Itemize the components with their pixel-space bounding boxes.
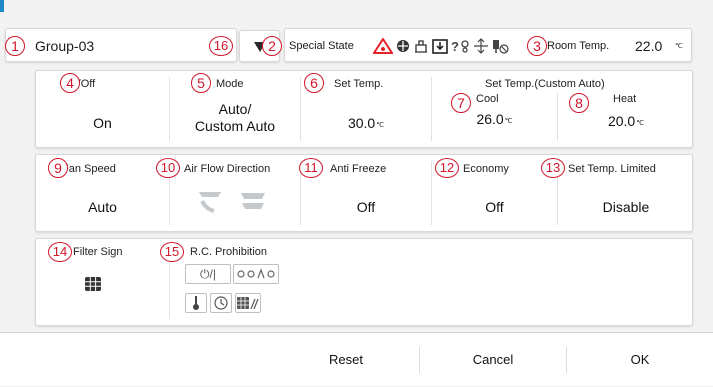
callout-2: 2: [262, 36, 282, 56]
cancel-button[interactable]: Cancel: [420, 333, 566, 387]
heat-value-wrap: 20.0℃: [558, 113, 694, 129]
anti-freeze-value: Off: [356, 199, 376, 215]
ok-button[interactable]: OK: [567, 333, 713, 387]
callout-5: 5: [191, 73, 211, 93]
fan-speed-label: Fan Speed: [62, 163, 116, 175]
warning-triangle-icon: [373, 38, 393, 54]
defrost-icon: [397, 40, 409, 52]
reset-button[interactable]: Reset: [273, 333, 419, 387]
airflow-cross-icon: [474, 38, 488, 54]
economy-label: Economy: [463, 163, 509, 175]
callout-13: 13: [541, 158, 565, 178]
economy-value: Off: [485, 199, 504, 215]
set-temp-unit: ℃: [376, 122, 385, 129]
callout-12: 12: [435, 158, 459, 178]
dialog-footer: Reset Cancel OK: [0, 332, 713, 386]
callout-6: 6: [304, 73, 324, 93]
callout-10: 10: [156, 158, 180, 178]
callout-15: 15: [160, 242, 184, 262]
callout-1: 1: [5, 36, 25, 56]
anti-freeze-label: Anti Freeze: [330, 163, 387, 175]
settings-row-1: On/Off On Mode Auto/ Custom Auto Set Tem…: [35, 70, 693, 148]
timer-icon: [214, 296, 228, 310]
status-panel: Special State ? Room Temp. 22.0 ℃: [284, 28, 692, 62]
callout-7: 7: [451, 93, 471, 113]
rc-prohibition-cell: R.C. Prohibition ⏻/|: [170, 239, 300, 325]
heat-value: 20.0: [607, 113, 636, 129]
room-temp-value: 22.0: [635, 38, 663, 54]
air-flow-label: Air Flow Direction: [184, 163, 271, 175]
settings-row-3: Filter Sign R.C. Prohibition ⏻/|: [35, 238, 693, 326]
louver-horizontal-icon: [241, 193, 265, 209]
filter-reset-icon: [237, 297, 259, 309]
set-temp-value: 30.0: [347, 115, 376, 131]
mode-icons: [237, 268, 275, 279]
title-accent-bar: [0, 0, 4, 12]
mode-cell[interactable]: Mode Auto/ Custom Auto: [170, 71, 300, 147]
rc-temp-button[interactable]: [185, 293, 207, 313]
thermometer-icon: [193, 296, 199, 310]
set-temp-limited-label: Set Temp. Limited: [568, 163, 656, 175]
mode-value-line2: Custom Auto: [194, 118, 276, 134]
air-flow-cell[interactable]: Air Flow Direction: [170, 155, 300, 231]
rc-filter-button[interactable]: [235, 293, 261, 313]
filter-grid-icon: [85, 277, 101, 291]
callout-9: 9: [48, 158, 68, 178]
cool-value: 26.0: [476, 111, 504, 127]
onoff-cell[interactable]: On/Off On: [36, 71, 169, 147]
set-temp-value-wrap: 30.0℃: [301, 115, 431, 131]
room-temp-unit: ℃: [675, 43, 683, 50]
rc-timer-button[interactable]: [210, 293, 232, 313]
settings-row-2: Fan Speed Auto Air Flow Direction Anti F…: [35, 154, 693, 232]
rc-power-button[interactable]: ⏻/|: [185, 264, 231, 284]
group-name-panel: Group-03: [5, 28, 237, 62]
cool-value-wrap: 26.0℃: [432, 111, 557, 127]
callout-8: 8: [569, 93, 589, 113]
special-state-label: Special State: [289, 40, 354, 52]
unit-status-icon: [415, 40, 427, 53]
rc-prohibition-label: R.C. Prohibition: [190, 246, 268, 258]
group-name: Group-03: [35, 38, 95, 54]
set-temp-label: Set Temp.: [334, 78, 384, 90]
callout-3: 3: [527, 36, 547, 56]
error-fan-icon: ?: [451, 39, 469, 54]
plug-prohibited-icon: [493, 40, 509, 54]
rc-mode-button[interactable]: [233, 264, 279, 284]
heat-label: Heat: [613, 93, 637, 105]
callout-4: 4: [60, 73, 80, 93]
cool-label: Cool: [476, 93, 499, 105]
power-toggle-icon: ⏻/|: [200, 267, 216, 281]
louver-swing-icon: [199, 192, 221, 213]
onoff-value: On: [93, 115, 112, 131]
heat-unit: ℃: [636, 120, 645, 127]
callout-16: 16: [209, 36, 233, 56]
mode-label: Mode: [216, 78, 244, 90]
fan-speed-value: Auto: [88, 199, 117, 215]
set-temp-limited-cell[interactable]: Set Temp. Limited Disable: [558, 155, 694, 231]
cool-unit: ℃: [504, 118, 513, 125]
cool-temp-cell[interactable]: Cool 26.0℃: [432, 71, 557, 147]
callout-11: 11: [299, 158, 323, 178]
mode-value-line1: Auto/: [218, 101, 252, 117]
download-box-icon: [432, 39, 448, 54]
callout-14: 14: [48, 242, 72, 262]
filter-sign-label: Filter Sign: [73, 246, 123, 258]
svg-text:?: ?: [451, 39, 459, 54]
set-temp-limited-value: Disable: [602, 199, 650, 215]
room-temp-label: Room Temp.: [547, 40, 610, 52]
